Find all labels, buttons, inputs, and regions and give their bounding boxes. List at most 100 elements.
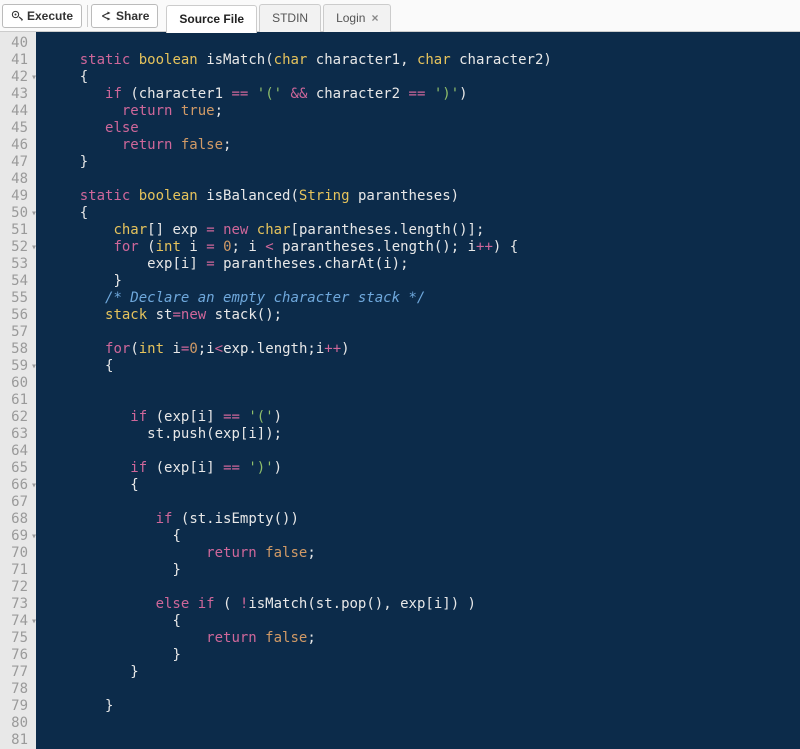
line-number: 65 xyxy=(4,460,28,477)
line-number: 45 xyxy=(4,120,28,137)
code-line[interactable]: else if ( !isMatch(st.pop(), exp[i]) ) xyxy=(46,596,800,613)
code-line[interactable] xyxy=(46,732,800,749)
code-line[interactable]: st.push(exp[i]); xyxy=(46,426,800,443)
code-line[interactable]: } xyxy=(46,562,800,579)
toolbar-divider xyxy=(87,5,88,27)
line-number: 48 xyxy=(4,171,28,188)
line-number: 71 xyxy=(4,562,28,579)
line-number: 54 xyxy=(4,273,28,290)
code-line[interactable]: return true; xyxy=(46,103,800,120)
code-area[interactable]: static boolean isMatch(char character1, … xyxy=(36,32,800,749)
code-line[interactable] xyxy=(46,494,800,511)
line-number: 67 xyxy=(4,494,28,511)
code-line[interactable]: if (character1 == '(' && character2 == '… xyxy=(46,86,800,103)
code-line[interactable] xyxy=(46,443,800,460)
code-line[interactable]: { xyxy=(46,477,800,494)
code-line[interactable]: if (exp[i] == ')') xyxy=(46,460,800,477)
code-line[interactable]: /* Declare an empty character stack */ xyxy=(46,290,800,307)
code-line[interactable]: return false; xyxy=(46,545,800,562)
toolbar: Execute Share Source File STDIN Login × xyxy=(0,0,800,32)
code-line[interactable]: char[] exp = new char[parantheses.length… xyxy=(46,222,800,239)
line-number: 66 xyxy=(4,477,28,494)
line-number: 80 xyxy=(4,715,28,732)
code-line[interactable]: { xyxy=(46,69,800,86)
line-number: 75 xyxy=(4,630,28,647)
code-line[interactable]: else xyxy=(46,120,800,137)
code-line[interactable]: if (st.isEmpty()) xyxy=(46,511,800,528)
line-number: 51 xyxy=(4,222,28,239)
line-number: 78 xyxy=(4,681,28,698)
code-editor[interactable]: 4041424344454647484950515253545556575859… xyxy=(0,32,800,749)
code-line[interactable] xyxy=(46,324,800,341)
line-number: 43 xyxy=(4,86,28,103)
code-line[interactable]: } xyxy=(46,647,800,664)
line-number: 55 xyxy=(4,290,28,307)
code-line[interactable]: for (int i = 0; i < parantheses.length()… xyxy=(46,239,800,256)
line-number: 62 xyxy=(4,409,28,426)
line-number: 60 xyxy=(4,375,28,392)
code-line[interactable]: { xyxy=(46,205,800,222)
line-number: 49 xyxy=(4,188,28,205)
code-line[interactable]: } xyxy=(46,154,800,171)
line-number: 58 xyxy=(4,341,28,358)
code-line[interactable] xyxy=(46,392,800,409)
line-number: 53 xyxy=(4,256,28,273)
line-number: 74 xyxy=(4,613,28,630)
code-line[interactable]: return false; xyxy=(46,137,800,154)
line-number: 77 xyxy=(4,664,28,681)
line-number: 40 xyxy=(4,35,28,52)
share-button[interactable]: Share xyxy=(91,4,158,28)
code-line[interactable]: if (exp[i] == '(') xyxy=(46,409,800,426)
tab-bar: Source File STDIN Login × xyxy=(166,0,393,32)
line-number: 70 xyxy=(4,545,28,562)
code-line[interactable] xyxy=(46,715,800,732)
code-line[interactable] xyxy=(46,171,800,188)
code-line[interactable]: stack st=new stack(); xyxy=(46,307,800,324)
line-number: 44 xyxy=(4,103,28,120)
tab-login[interactable]: Login × xyxy=(323,4,391,32)
line-number: 64 xyxy=(4,443,28,460)
line-number: 42 xyxy=(4,69,28,86)
code-line[interactable]: return false; xyxy=(46,630,800,647)
line-number: 81 xyxy=(4,732,28,749)
line-number: 41 xyxy=(4,52,28,69)
code-line[interactable]: for(int i=0;i<exp.length;i++) xyxy=(46,341,800,358)
code-line[interactable]: exp[i] = parantheses.charAt(i); xyxy=(46,256,800,273)
code-line[interactable]: } xyxy=(46,273,800,290)
line-number: 50 xyxy=(4,205,28,222)
line-number: 47 xyxy=(4,154,28,171)
line-number: 69 xyxy=(4,528,28,545)
execute-button[interactable]: Execute xyxy=(2,4,82,28)
line-number: 73 xyxy=(4,596,28,613)
execute-label: Execute xyxy=(27,9,73,23)
gear-run-icon xyxy=(11,10,23,22)
tab-stdin[interactable]: STDIN xyxy=(259,4,321,32)
line-number: 76 xyxy=(4,647,28,664)
tab-label: STDIN xyxy=(272,11,308,25)
line-number-gutter: 4041424344454647484950515253545556575859… xyxy=(0,32,36,749)
code-line[interactable] xyxy=(46,35,800,52)
close-icon[interactable]: × xyxy=(371,11,378,25)
line-number: 52 xyxy=(4,239,28,256)
share-icon xyxy=(100,10,112,22)
code-line[interactable]: static boolean isMatch(char character1, … xyxy=(46,52,800,69)
code-line[interactable]: { xyxy=(46,358,800,375)
line-number: 79 xyxy=(4,698,28,715)
code-line[interactable] xyxy=(46,681,800,698)
share-label: Share xyxy=(116,9,149,23)
code-line[interactable]: } xyxy=(46,664,800,681)
tab-label: Login xyxy=(336,11,365,25)
code-line[interactable]: { xyxy=(46,528,800,545)
code-line[interactable]: static boolean isBalanced(String paranth… xyxy=(46,188,800,205)
code-line[interactable] xyxy=(46,579,800,596)
tab-source-file[interactable]: Source File xyxy=(166,5,257,33)
line-number: 59 xyxy=(4,358,28,375)
tab-label: Source File xyxy=(179,12,244,26)
code-line[interactable] xyxy=(46,375,800,392)
line-number: 72 xyxy=(4,579,28,596)
line-number: 68 xyxy=(4,511,28,528)
line-number: 46 xyxy=(4,137,28,154)
code-line[interactable]: } xyxy=(46,698,800,715)
code-line[interactable]: { xyxy=(46,613,800,630)
line-number: 63 xyxy=(4,426,28,443)
